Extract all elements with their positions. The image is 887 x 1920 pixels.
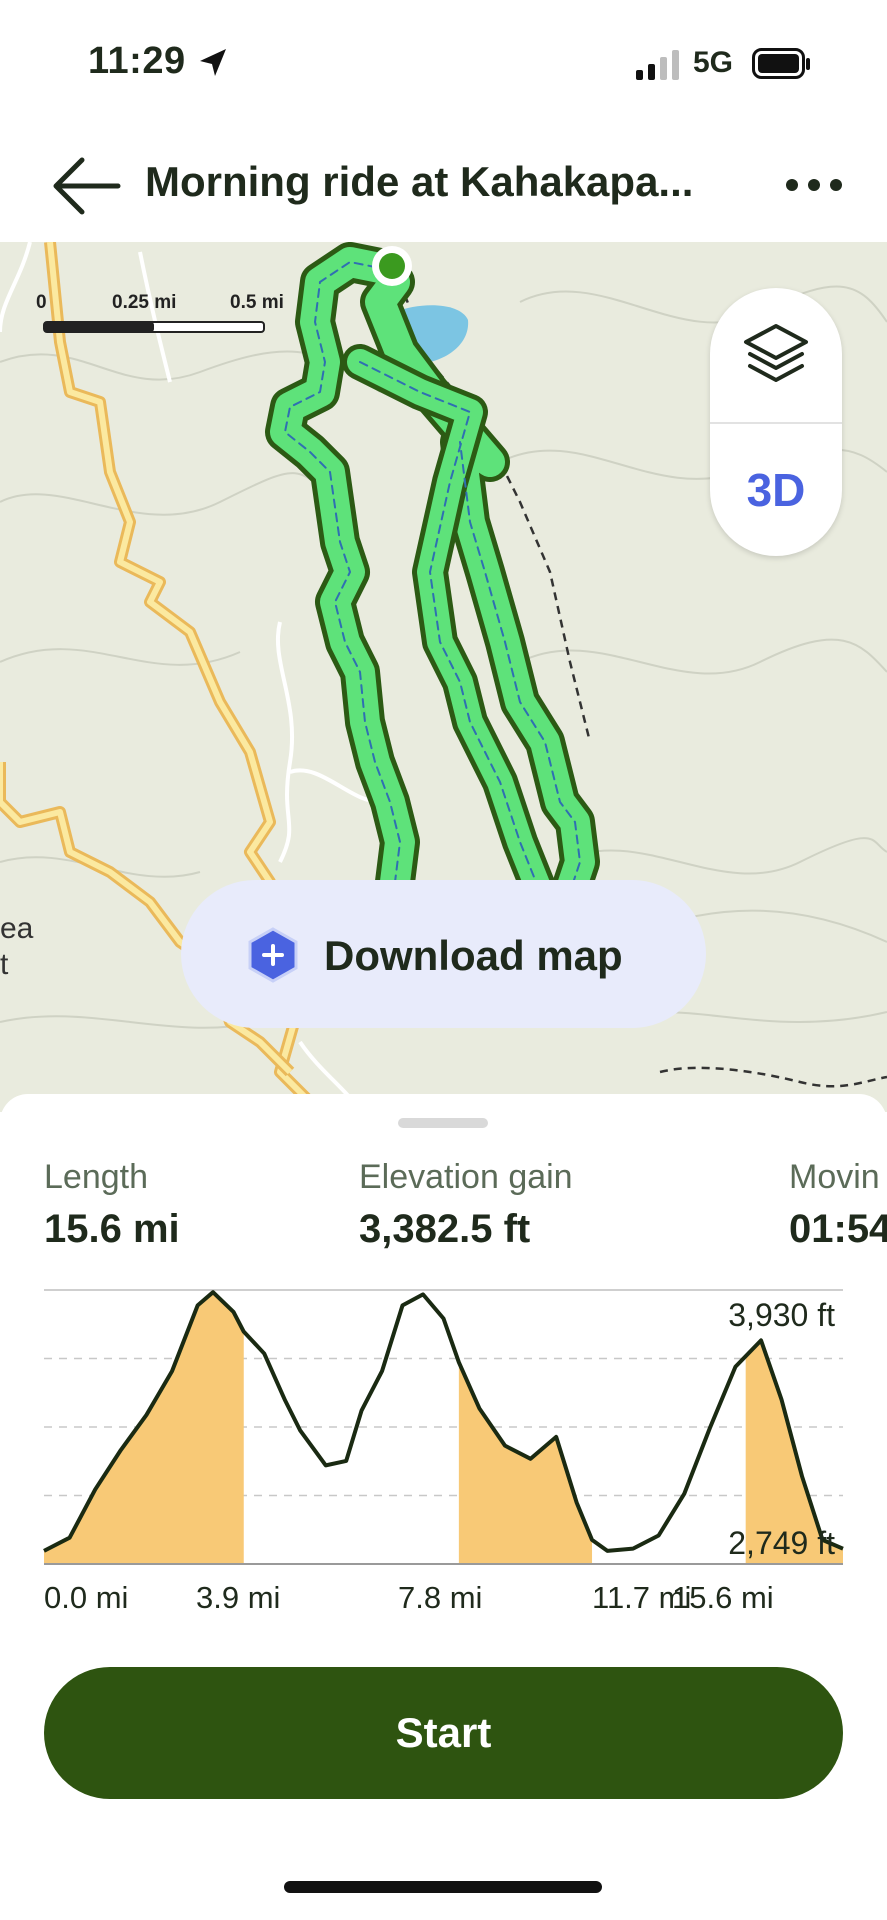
location-arrow-icon xyxy=(200,49,226,76)
climb-segment-0 xyxy=(44,1292,244,1564)
scale-label-2: 0.5 mi xyxy=(230,292,284,313)
chart-x-tick-label: 3.9 mi xyxy=(196,1580,280,1615)
home-indicator xyxy=(284,1881,602,1893)
map-trail-2 xyxy=(659,1066,887,1088)
layers-icon xyxy=(744,324,808,382)
battery-icon xyxy=(752,48,810,79)
network-type: 5G xyxy=(693,46,734,79)
stat-label: Length xyxy=(44,1158,148,1196)
scale-label-1: 0.25 mi xyxy=(112,292,177,313)
header: Morning ride at Kahakapa... xyxy=(0,130,887,242)
stat-value: 3,382.5 ft xyxy=(359,1207,531,1251)
stat-label: Movin xyxy=(789,1158,880,1196)
recorded-route xyxy=(265,242,600,952)
page-title: Morning ride at Kahakapa... xyxy=(145,158,694,205)
chart-x-tick-label: 0.0 mi xyxy=(44,1580,128,1615)
chart-x-tick-label: 7.8 mi xyxy=(398,1580,482,1615)
download-hexagon-icon xyxy=(248,927,298,983)
stat-label: Elevation gain xyxy=(359,1158,573,1196)
status-bar: 11:29 5G xyxy=(0,0,887,130)
download-map-label: Download map xyxy=(324,932,623,979)
stat-elevation-gain: Elevation gain 3,382.5 ft xyxy=(359,1158,573,1252)
3d-toggle-button[interactable]: 3D xyxy=(710,424,842,556)
back-button[interactable] xyxy=(48,154,128,218)
more-dots-icon xyxy=(786,179,842,191)
back-arrow-icon xyxy=(53,157,121,215)
start-button[interactable]: Start xyxy=(44,1667,843,1799)
sheet-drag-handle[interactable] xyxy=(398,1118,488,1128)
map-place-label-2: t xyxy=(0,948,9,981)
stat-value: 15.6 mi xyxy=(44,1207,180,1251)
stat-value: 01:54 xyxy=(789,1207,887,1251)
stat-length: Length 15.6 mi xyxy=(44,1158,180,1252)
chart-max-elevation-label: 3,930 ft xyxy=(728,1297,835,1333)
map-controls: 3D xyxy=(710,288,842,556)
more-options-button[interactable] xyxy=(780,160,850,210)
download-map-button[interactable]: Download map xyxy=(181,880,706,1028)
status-time: 11:29 xyxy=(88,40,186,82)
elevation-chart[interactable]: 3,930 ft2,749 ft0.0 mi 3.9 mi 7.8 mi 11.7 m… xyxy=(0,1262,887,1622)
chart-x-tick-label: 15.6 mi xyxy=(672,1580,774,1615)
scale-label-0: 0 xyxy=(36,292,47,313)
scale-bar xyxy=(43,321,265,333)
stat-moving-time: Movin 01:54 xyxy=(789,1158,887,1252)
layers-button[interactable] xyxy=(710,288,842,422)
cellular-signal-icon xyxy=(636,50,679,80)
chart-min-elevation-label: 2,749 ft xyxy=(728,1525,835,1561)
map-place-label: ea xyxy=(0,912,34,945)
